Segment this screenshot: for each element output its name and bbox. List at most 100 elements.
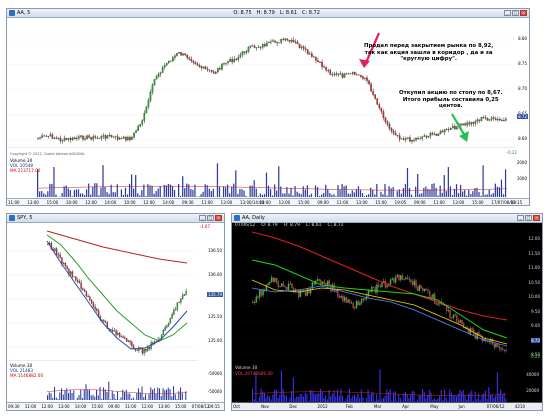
- spy-volume-bar: [131, 398, 133, 400]
- ohlc-low: L: 8.61: [279, 10, 298, 16]
- time-axis-label: 14:00: [162, 200, 175, 205]
- top-candle: [231, 59, 233, 63]
- top-candle: [270, 41, 272, 43]
- top-volume-bar: [353, 192, 355, 197]
- top-volume-bar: [108, 193, 110, 197]
- top-chart-window[interactable]: AA, 5 O: 8.75 H: 8.79 L: 8.61 C: 8.72 _ …: [6, 8, 530, 206]
- maximize-button[interactable]: □: [512, 10, 519, 16]
- top-candle: [445, 128, 448, 130]
- top-volume-bar: [86, 189, 88, 197]
- top-candle: [159, 72, 162, 75]
- close-button[interactable]: ×: [533, 215, 540, 221]
- daily-candle: [498, 346, 501, 349]
- daily-volume-bar: [316, 393, 318, 402]
- top-volume-bar: [321, 194, 323, 197]
- spy-volume-bar: [94, 396, 96, 400]
- top-volume-bar: [200, 194, 202, 197]
- time-axis-label: 13:00: [220, 200, 233, 205]
- minimize-button[interactable]: _: [517, 215, 524, 221]
- top-volume-bar: [190, 189, 192, 197]
- spy-chart-window[interactable]: SPY, 5 _ □ × 07/06/12 OP 135.77 HI 135.8…: [6, 213, 225, 411]
- top-candle: [296, 41, 299, 45]
- spy-volume-bar: [59, 392, 61, 400]
- top-candle: [366, 77, 368, 81]
- daily-axis-tick: 8.72: [531, 337, 540, 343]
- top-volume-bar: [92, 186, 94, 197]
- top-candle: [147, 100, 150, 107]
- spy-window-titlebar[interactable]: SPY, 5 _ □ ×: [7, 214, 224, 223]
- spy-candle: [143, 349, 145, 354]
- daily-price-chart[interactable]: [232, 230, 512, 362]
- top-candle: [396, 135, 399, 137]
- top-volume-bar: [126, 194, 129, 197]
- daily-candle: [496, 343, 499, 347]
- top-volume-bar: [482, 165, 484, 197]
- daily-volume-bar: [284, 394, 286, 402]
- spy-volume-bar: [115, 399, 117, 400]
- top-volume-bar: [337, 185, 339, 197]
- daily-volume-bar: [501, 395, 503, 402]
- daily-volume-bar: [255, 371, 257, 402]
- daily-candle: [352, 303, 354, 308]
- close-button[interactable]: ×: [520, 10, 527, 16]
- spy-candle: [59, 254, 61, 258]
- daily-volume-bar: [291, 391, 293, 402]
- daily-candle: [308, 288, 310, 294]
- time-axis-label: 4210: [514, 404, 525, 409]
- time-axis-label: 2012: [317, 404, 328, 409]
- top-candle: [241, 51, 244, 56]
- top-volume-bar: [425, 186, 427, 197]
- chart-window-icon: [9, 215, 15, 221]
- spy-volume-bar: [92, 394, 94, 400]
- top-candle: [137, 126, 139, 131]
- top-volume-bar: [182, 176, 184, 197]
- minimize-button[interactable]: _: [504, 10, 511, 16]
- top-candle: [41, 135, 43, 138]
- top-candle: [108, 135, 111, 137]
- top-volume-bar: [137, 193, 139, 197]
- daily-volume-bar: [280, 370, 282, 402]
- daily-volume-bar: [405, 391, 407, 402]
- daily-candle: [381, 282, 383, 287]
- minimize-button[interactable]: _: [199, 215, 206, 221]
- spy-candle: [62, 263, 65, 264]
- daily-volume-bar: [498, 393, 500, 402]
- daily-candle: [371, 287, 373, 292]
- spy-price-chart[interactable]: [7, 223, 197, 361]
- daily-volume-bar: [260, 388, 262, 402]
- top-candle: [67, 138, 70, 140]
- daily-candle: [355, 301, 358, 308]
- spy-candle: [55, 248, 58, 255]
- maximize-button[interactable]: □: [525, 215, 532, 221]
- top-volume-bar: [88, 183, 90, 197]
- top-volume-bar: [457, 193, 460, 197]
- top-volume-bar: [404, 184, 407, 197]
- maximize-button[interactable]: □: [207, 215, 214, 221]
- top-volume-bar: [274, 184, 276, 197]
- top-candle: [407, 137, 409, 139]
- top-candle: [65, 137, 68, 140]
- daily-candle: [354, 307, 356, 309]
- top-volume-bar: [363, 196, 366, 197]
- daily-volume-chart[interactable]: [232, 364, 512, 402]
- top-window-titlebar[interactable]: AA, 5 O: 8.75 H: 8.79 L: 8.61 C: 8.72 _ …: [7, 9, 529, 18]
- daily-chart-window[interactable]: AA, Daily _ □ × 07/06/12 O: 8.79 H: 8.79…: [231, 213, 543, 411]
- top-volume-chart[interactable]: [7, 157, 515, 197]
- top-volume-bar: [376, 183, 378, 197]
- top-volume-bar: [43, 193, 45, 197]
- close-button[interactable]: ×: [215, 215, 222, 221]
- spy-volume-bar: [120, 397, 122, 400]
- spy-candle: [75, 276, 77, 281]
- top-volume-bar: [171, 186, 174, 197]
- top-candle: [505, 119, 507, 121]
- top-volume-bar: [323, 193, 325, 197]
- top-candle: [76, 138, 78, 140]
- spy-volume-chart[interactable]: [7, 362, 197, 400]
- ohlc-high: H: 8.79: [256, 10, 275, 16]
- daily-window-titlebar[interactable]: AA, Daily _ □ ×: [232, 214, 542, 223]
- top-price-chart[interactable]: [7, 18, 515, 148]
- top-volume-bar: [437, 195, 439, 197]
- top-candle: [208, 69, 211, 71]
- top-volume-bar: [384, 184, 386, 197]
- top-candle: [188, 57, 191, 60]
